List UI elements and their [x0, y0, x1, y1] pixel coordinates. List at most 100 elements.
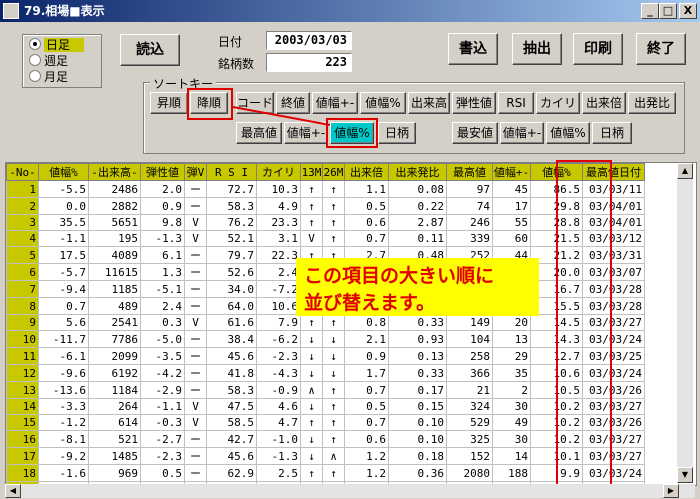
table-cell: ↑: [322, 230, 345, 247]
col-header[interactable]: 13M: [300, 163, 323, 181]
table-cell: ↑: [322, 430, 345, 448]
table-cell: 0.5: [140, 464, 185, 482]
col-header[interactable]: 出来倍: [344, 163, 389, 181]
table-cell: ↑: [322, 464, 345, 482]
table-cell: 0.0: [38, 197, 89, 215]
col-header[interactable]: 最高値: [446, 163, 493, 181]
table-cell: 38.4: [206, 330, 257, 348]
table-cell: ー: [184, 280, 207, 298]
table-cell: -1.2: [38, 414, 89, 431]
table-cell: 9.8: [140, 214, 185, 231]
table-cell: -9.6: [38, 364, 89, 382]
table-cell: 149: [446, 314, 493, 331]
scroll-right-icon[interactable]: ▶: [663, 484, 679, 498]
table-cell: 76.2: [206, 214, 257, 231]
table-cell: 614: [88, 414, 141, 431]
scroll-up-icon[interactable]: ▲: [677, 163, 693, 179]
table-row[interactable]: 11 -6.1 2099 -3.5 ー 45.6 -2.3 ↓ ↓ 0.9 0.13 258 29 12.…: [6, 347, 645, 365]
col-header[interactable]: 値幅+-: [492, 163, 531, 181]
table-row[interactable]: 13 -13.6 1184 -2.9 ー 58.3 -0.9 ∧ ↑ 0.7 0.17 21 2 10.5…: [6, 381, 645, 399]
table-cell: -5.0: [140, 330, 185, 348]
table-cell: -5.5: [38, 180, 89, 198]
table-cell: ↑: [322, 197, 345, 215]
table-row[interactable]: 14 -3.3 264 -1.1 V 47.5 4.6 ↓ ↑ 0.5 0.15 324 30 10.2 0…: [6, 398, 645, 415]
table-cell: 0.3: [140, 314, 185, 331]
col-header[interactable]: 出来発比: [388, 163, 447, 181]
col-header[interactable]: 弾性値: [140, 163, 185, 181]
table-cell: ↑: [300, 197, 323, 215]
row-number-cell: 9: [6, 314, 39, 331]
scroll-left-icon[interactable]: ◀: [5, 484, 21, 498]
table-row[interactable]: 1 -5.5 2486 2.0 ー 72.7 10.3 ↑ ↑ 1.1 0.08 97 45 86.5 03…: [6, 180, 645, 198]
col-header[interactable]: R S I: [206, 163, 257, 181]
table-cell: 79.7: [206, 246, 257, 264]
table-cell: 52.6: [206, 263, 257, 281]
col-header[interactable]: 26M: [322, 163, 345, 181]
table-cell: V: [300, 230, 323, 247]
table-cell: 45.6: [206, 447, 257, 465]
col-header[interactable]: カイリ: [256, 163, 301, 181]
table-cell: 1.2: [344, 464, 389, 482]
table-cell: 49: [492, 414, 531, 431]
table-cell: V: [184, 314, 207, 331]
table-row[interactable]: 3 35.5 5651 9.8 V 76.2 23.3 ↑ ↑ 0.6 2.87 246 55 28.8 0…: [6, 214, 645, 231]
table-row[interactable]: 17 -9.2 1485 -2.3 ー 45.6 -1.3 ↓ ∧ 1.2 0.18 152 14 10.…: [6, 447, 645, 465]
table-cell: 2080: [446, 464, 493, 482]
table-cell: 366: [446, 364, 493, 382]
horizontal-scrollbar[interactable]: ◀ ▶: [5, 484, 695, 498]
table-cell: 29: [492, 347, 531, 365]
table-row[interactable]: 2 0.0 2882 0.9 ー 58.3 4.9 ↑ ↑ 0.5 0.22 74 17 29.8 03/0…: [6, 197, 645, 215]
table-cell: 325: [446, 430, 493, 448]
table-cell: 14: [492, 447, 531, 465]
table-cell: ∧: [300, 381, 323, 399]
table-cell: ↑: [300, 314, 323, 331]
row-number-cell: 10: [6, 330, 39, 348]
table-row[interactable]: 18 -1.6 969 0.5 ー 62.9 2.5 ↑ ↑ 1.2 0.36 2080 188 9.9 0…: [6, 464, 645, 482]
table-cell: 0.6: [344, 430, 389, 448]
table-cell: 20: [492, 314, 531, 331]
table-cell: 5651: [88, 214, 141, 231]
table-cell: 2099: [88, 347, 141, 365]
table-cell: 0.17: [388, 381, 447, 399]
table-row[interactable]: 9 5.6 2541 0.3 V 61.6 7.9 ↑ ↑ 0.8 0.33 149 20 14.5 03/…: [6, 314, 645, 331]
table-cell: 0.7: [344, 414, 389, 431]
scroll-down-icon[interactable]: ▼: [677, 467, 693, 483]
table-row[interactable]: 15 -1.2 614 -0.3 V 58.5 4.7 ↑ ↑ 0.7 0.10 529 49 10.2 0…: [6, 414, 645, 431]
table-cell: 41.8: [206, 364, 257, 382]
table-cell: ー: [184, 347, 207, 365]
col-header[interactable]: 弾V: [184, 163, 207, 181]
table-row[interactable]: 12 -9.6 6192 -4.2 ー 41.8 -4.3 ↓ ↓ 1.7 0.33 366 35 10.…: [6, 364, 645, 382]
table-cell: 4.9: [256, 197, 301, 215]
table-cell: 35.5: [38, 214, 89, 231]
table-cell: -1.3: [140, 230, 185, 247]
table-cell: ↑: [322, 381, 345, 399]
table-cell: V: [184, 398, 207, 415]
table-cell: -5.1: [140, 280, 185, 298]
table-cell: 489: [88, 297, 141, 315]
table-cell: 58.3: [206, 381, 257, 399]
table-cell: 2.0: [140, 180, 185, 198]
table-cell: 152: [446, 447, 493, 465]
row-number-cell: 1: [6, 180, 39, 198]
highlight-change-pct-column: [556, 160, 612, 486]
table-cell: 72.7: [206, 180, 257, 198]
table-cell: 0.9: [344, 347, 389, 365]
table-row[interactable]: 10 -11.7 7786 -5.0 ー 38.4 -6.2 ↓ ↓ 2.1 0.93 104 13 14…: [6, 330, 645, 348]
table-row[interactable]: 16 -8.1 521 -2.7 ー 42.7 -1.0 ↓ ↑ 0.6 0.10 325 30 10.2…: [6, 430, 645, 448]
vertical-scrollbar[interactable]: ▲ ▼: [677, 163, 693, 483]
table-cell: 529: [446, 414, 493, 431]
table-cell: ↑: [322, 214, 345, 231]
table-cell: ー: [184, 430, 207, 448]
table-cell: 1185: [88, 280, 141, 298]
col-header[interactable]: -No-: [6, 163, 39, 181]
table-cell: 0.08: [388, 180, 447, 198]
col-header[interactable]: 値幅%: [38, 163, 89, 181]
table-cell: 13: [492, 330, 531, 348]
col-header[interactable]: -出来高-: [88, 163, 141, 181]
table-cell: 34.0: [206, 280, 257, 298]
table-cell: -5.7: [38, 263, 89, 281]
table-cell: 7786: [88, 330, 141, 348]
table-row[interactable]: 4 -1.1 195 -1.3 V 52.1 3.1 V ↑ 0.7 0.11 339 60 21.5 03…: [6, 230, 645, 247]
table-cell: 0.15: [388, 398, 447, 415]
table-cell: -9.2: [38, 447, 89, 465]
